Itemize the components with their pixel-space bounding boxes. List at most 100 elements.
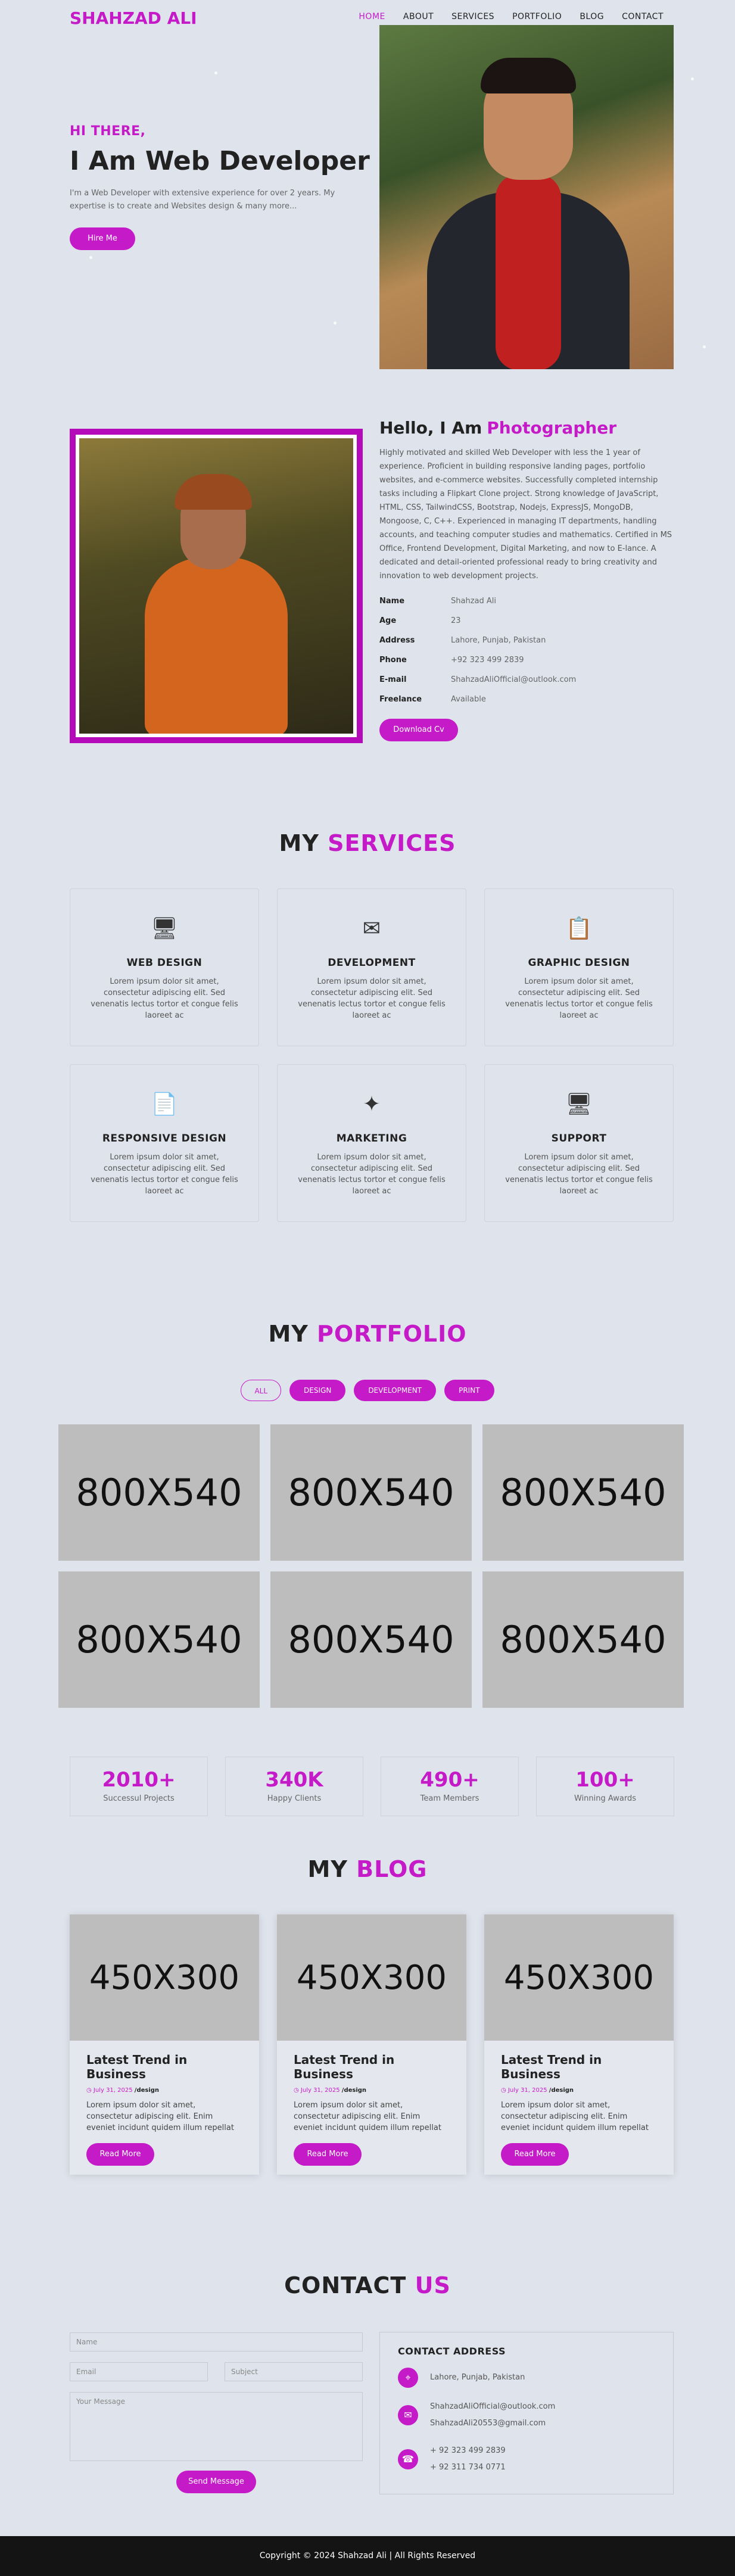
portrait-hair bbox=[481, 58, 576, 93]
blog-meta: ◷ July 31, 2025 /design bbox=[501, 2087, 657, 2094]
photo-hat bbox=[175, 474, 252, 510]
stat-number: 340K bbox=[265, 1768, 323, 1792]
service-card[interactable]: ✉ DEVELOPMENT Lorem ipsum dolor sit amet… bbox=[277, 888, 466, 1046]
nav-services[interactable]: SERVICES bbox=[451, 12, 494, 21]
blog-excerpt: Lorem ipsum dolor sit amet, consectetur … bbox=[294, 2101, 441, 2132]
service-card[interactable]: ✦ MARKETING Lorem ipsum dolor sit amet, … bbox=[277, 1064, 466, 1222]
stat-label: Winning Awards bbox=[574, 1794, 636, 1803]
portfolio-item[interactable]: 800X540 bbox=[482, 1571, 684, 1708]
stat-number: 2010+ bbox=[102, 1768, 176, 1792]
read-more-button[interactable]: Read More bbox=[501, 2143, 569, 2166]
stat-label: Successul Projects bbox=[103, 1794, 175, 1803]
info-row: Phone +92 323 499 2839 bbox=[379, 650, 674, 670]
contact-email-row: ✉ ShahzadAliOfficial@outlook.com Shahzad… bbox=[398, 2399, 655, 2432]
blog-category: /design bbox=[549, 2087, 574, 2094]
filter-all[interactable]: ALL bbox=[241, 1380, 282, 1401]
sparkle-icon: ✦ bbox=[362, 1092, 381, 1117]
stat-number: 490+ bbox=[420, 1768, 479, 1792]
contact-phone-row: ☎ + 92 323 499 2839 + 92 311 734 0771 bbox=[398, 2443, 655, 2476]
blog-title[interactable]: Latest Trend in Business bbox=[294, 2053, 450, 2081]
service-card[interactable]: 🖥 SUPPORT Lorem ipsum dolor sit amet, co… bbox=[484, 1064, 674, 1222]
about-title-role: Photographer bbox=[487, 418, 617, 438]
about-description: Highly motivated and skilled Web Develop… bbox=[379, 448, 672, 581]
blog-grid: 450X300 Latest Trend in Business ◷ July … bbox=[70, 1914, 674, 2175]
info-value: +92 323 499 2839 bbox=[451, 656, 524, 665]
sparkle-decoration bbox=[703, 345, 706, 348]
service-card[interactable]: 📄 RESPONSIVE DESIGN Lorem ipsum dolor si… bbox=[70, 1064, 259, 1222]
portfolio-item[interactable]: 800X540 bbox=[270, 1571, 472, 1708]
subject-field[interactable]: Subject bbox=[225, 2362, 363, 2381]
sparkle-decoration bbox=[214, 71, 217, 74]
info-value: Lahore, Punjab, Pakistan bbox=[451, 636, 546, 645]
read-more-button[interactable]: Read More bbox=[86, 2143, 154, 2166]
monitor-icon: 🖥 bbox=[565, 1092, 593, 1117]
info-row: Name Shahzad Ali bbox=[379, 591, 674, 611]
location-pin-icon: ⌖ bbox=[398, 2368, 418, 2388]
about-info-list: Name Shahzad Ali Age 23 Address Lahore, Pun… bbox=[379, 591, 674, 709]
contact-address-title: CONTACT ADDRESS bbox=[398, 2346, 506, 2357]
blog-excerpt: Lorem ipsum dolor sit amet, consectetur … bbox=[501, 2101, 649, 2132]
portfolio-item[interactable]: 800X540 bbox=[270, 1424, 472, 1561]
brand-logo[interactable]: SHAHZAD ALI bbox=[70, 8, 197, 28]
service-name: MARKETING bbox=[336, 1133, 407, 1144]
stat-label: Happy Clients bbox=[267, 1794, 322, 1803]
download-cv-button[interactable]: Download Cv bbox=[379, 719, 458, 741]
service-description: Lorem ipsum dolor sit amet, consectetur … bbox=[298, 1153, 446, 1196]
service-card[interactable]: 🖥 WEB DESIGN Lorem ipsum dolor sit amet,… bbox=[70, 888, 259, 1046]
blog-title[interactable]: Latest Trend in Business bbox=[501, 2053, 657, 2081]
stat-number: 100+ bbox=[575, 1768, 635, 1792]
contact-phone-2[interactable]: + 92 311 734 0771 bbox=[430, 2459, 506, 2476]
clock-icon: ◷ bbox=[86, 2087, 94, 2094]
about-title-prefix: Hello, I Am bbox=[379, 418, 482, 438]
message-field[interactable]: Your Message bbox=[70, 2392, 363, 2461]
blog-category: /design bbox=[341, 2087, 367, 2094]
service-card[interactable]: 📋 GRAPHIC DESIGN Lorem ipsum dolor sit a… bbox=[484, 888, 674, 1046]
info-row: Freelance Available bbox=[379, 690, 674, 709]
nav-portfolio[interactable]: PORTFOLIO bbox=[512, 12, 562, 21]
nav-home[interactable]: HOME bbox=[359, 12, 385, 21]
hero-headline-text: I Am Web Developer bbox=[70, 146, 370, 176]
filter-print[interactable]: PRINT bbox=[444, 1380, 494, 1401]
stat-card: 2010+ Successul Projects bbox=[70, 1757, 208, 1816]
contact-phone-1[interactable]: + 92 323 499 2839 bbox=[430, 2443, 506, 2459]
contact-address-text: Lahore, Punjab, Pakistan bbox=[430, 2373, 525, 2382]
info-key: E-mail bbox=[379, 675, 407, 684]
blog-card: 450X300 Latest Trend in Business ◷ July … bbox=[484, 1914, 674, 2175]
blog-title[interactable]: Latest Trend in Business bbox=[86, 2053, 242, 2081]
nav-contact[interactable]: CONTACT bbox=[622, 12, 664, 21]
clipboard-icon: 📋 bbox=[565, 916, 593, 941]
blog-category: /design bbox=[134, 2087, 160, 2094]
phone-icon: ☎ bbox=[398, 2449, 418, 2469]
name-field[interactable]: Name bbox=[70, 2332, 363, 2352]
hero-headline: I Am Web Developer bbox=[70, 146, 370, 176]
nav-blog[interactable]: BLOG bbox=[580, 12, 604, 21]
hero-section: HI THERE, I Am Web Developer I'm a Web D… bbox=[70, 124, 370, 250]
portfolio-item[interactable]: 800X540 bbox=[58, 1424, 260, 1561]
blog-image[interactable]: 450X300 bbox=[277, 1914, 466, 2041]
portfolio-item[interactable]: 800X540 bbox=[482, 1424, 684, 1561]
nav-about[interactable]: ABOUT bbox=[403, 12, 434, 21]
stat-card: 100+ Winning Awards bbox=[536, 1757, 674, 1816]
info-key: Freelance bbox=[379, 695, 422, 704]
read-more-button[interactable]: Read More bbox=[294, 2143, 362, 2166]
blog-image[interactable]: 450X300 bbox=[484, 1914, 674, 2041]
blog-title-b: BLOG bbox=[356, 1856, 428, 1882]
contact-address-row: ⌖ Lahore, Punjab, Pakistan bbox=[398, 2368, 655, 2388]
blog-image[interactable]: 450X300 bbox=[70, 1914, 259, 2041]
about-title: Hello, I Am Photographer bbox=[379, 418, 674, 438]
service-name: WEB DESIGN bbox=[126, 957, 203, 969]
filter-development[interactable]: DEVELOPMENT bbox=[354, 1380, 437, 1401]
email-field[interactable]: Email bbox=[70, 2362, 208, 2381]
hire-me-button[interactable]: Hire Me bbox=[70, 227, 135, 250]
send-message-button[interactable]: Send Message bbox=[176, 2471, 256, 2493]
about-photo-frame bbox=[70, 429, 363, 743]
footer-copyright: Copyright © 2024 Shahzad Ali | All Right… bbox=[259, 2551, 476, 2561]
contact-phone-lines: + 92 323 499 2839 + 92 311 734 0771 bbox=[430, 2443, 506, 2476]
stat-card: 490+ Team Members bbox=[381, 1757, 519, 1816]
portfolio-item[interactable]: 800X540 bbox=[58, 1571, 260, 1708]
portfolio-grid: 800X540 800X540 800X540 800X540 800X540 … bbox=[58, 1424, 684, 1708]
contact-email-2[interactable]: ShahzadAli20553@gmail.com bbox=[430, 2415, 555, 2432]
sparkle-decoration bbox=[691, 77, 694, 80]
contact-email-1[interactable]: ShahzadAliOfficial@outlook.com bbox=[430, 2399, 555, 2415]
filter-design[interactable]: DESIGN bbox=[289, 1380, 346, 1401]
